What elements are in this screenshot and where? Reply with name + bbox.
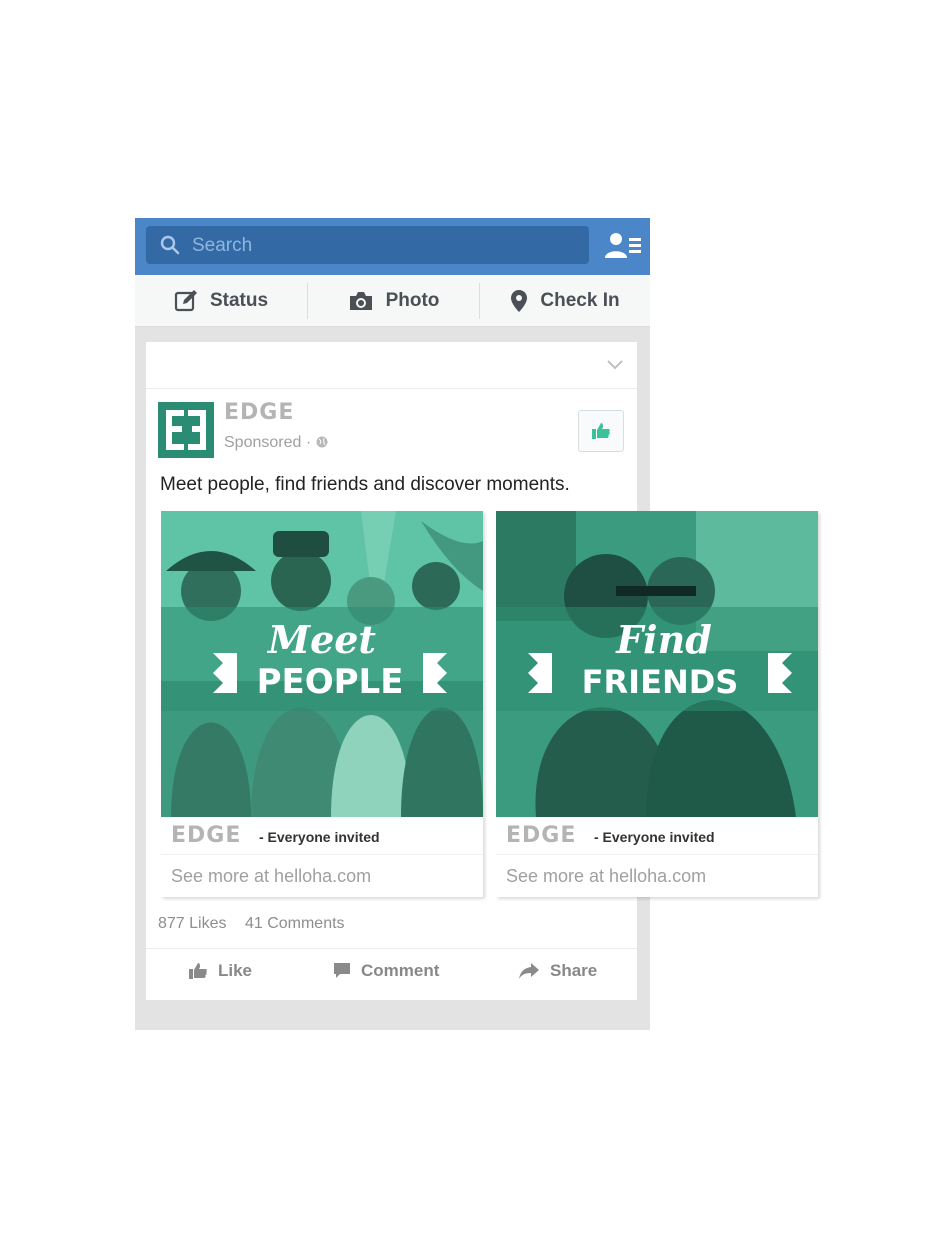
photo-button[interactable]: Photo — [308, 275, 479, 326]
carousel-brand: EDGE — [506, 823, 577, 848]
separator-dot: · — [305, 434, 312, 451]
page-name[interactable]: EDGE — [224, 400, 294, 425]
top-bar: Search — [135, 218, 650, 275]
divider — [496, 854, 818, 855]
thumbs-up-icon — [189, 963, 207, 979]
comment-label: Comment — [361, 961, 440, 980]
chevron-down-icon[interactable] — [607, 360, 623, 370]
share-arrow-icon — [519, 963, 539, 979]
likes-count[interactable]: 877 Likes — [158, 915, 227, 932]
carousel-tagline: - Everyone invited — [259, 829, 380, 845]
carousel-image[interactable]: Meet PEOPLE — [161, 511, 483, 817]
search-icon — [160, 235, 180, 255]
carousel-image[interactable]: Find FRIENDS — [496, 511, 818, 817]
friend-requests-icon[interactable] — [604, 231, 642, 261]
status-button[interactable]: Status — [135, 275, 307, 326]
carousel-card-find-friends[interactable]: Find FRIENDS EDGE - Everyone invited See… — [496, 511, 818, 897]
headline-block: PEOPLE — [257, 662, 404, 702]
headline-script: Meet — [266, 617, 376, 662]
comment-icon — [334, 963, 350, 978]
like-button[interactable]: Like — [188, 961, 252, 981]
thumbs-up-icon — [592, 423, 610, 439]
carousel-brand: EDGE — [171, 823, 242, 848]
location-pin-icon — [511, 289, 528, 312]
carousel-tagline: - Everyone invited — [594, 829, 715, 845]
post-top-strip — [146, 342, 637, 389]
post-caption: Meet people, find friends and discover m… — [160, 474, 570, 495]
edge-logo-icon[interactable] — [158, 402, 214, 458]
sponsored-label: Sponsored · — [224, 434, 328, 452]
composer-bar: Status Photo Check In — [135, 275, 650, 327]
share-button[interactable]: Share — [518, 961, 597, 981]
comments-count[interactable]: 41 Comments — [245, 915, 345, 932]
carousel-card-meet-people[interactable]: Meet PEOPLE EDGE - Everyone invited See … — [161, 511, 483, 897]
carousel-link[interactable]: See more at helloha.com — [171, 866, 371, 887]
headline-block: FRIENDS — [582, 663, 739, 701]
search-placeholder: Search — [192, 235, 253, 256]
check-in-button[interactable]: Check In — [480, 275, 650, 326]
camera-icon — [349, 291, 372, 310]
like-page-button[interactable] — [578, 410, 624, 452]
search-input[interactable]: Search — [146, 226, 589, 264]
comment-button[interactable]: Comment — [333, 961, 439, 981]
share-label: Share — [550, 961, 598, 980]
people-photo-image: Meet PEOPLE — [161, 511, 483, 817]
carousel-link[interactable]: See more at helloha.com — [506, 866, 706, 887]
like-label: Like — [218, 961, 253, 980]
divider — [146, 948, 637, 949]
engagement-stats: 877 Likes 41 Comments — [158, 915, 359, 933]
status-label: Status — [209, 289, 269, 311]
check-in-label: Check In — [540, 289, 620, 311]
photo-label: Photo — [385, 289, 440, 311]
globe-icon — [316, 436, 328, 448]
headline-script: Find — [615, 617, 712, 662]
divider — [161, 854, 483, 855]
friends-photo-image: Find FRIENDS — [496, 511, 818, 817]
edit-icon — [174, 289, 197, 311]
sponsored-text: Sponsored — [224, 434, 302, 451]
